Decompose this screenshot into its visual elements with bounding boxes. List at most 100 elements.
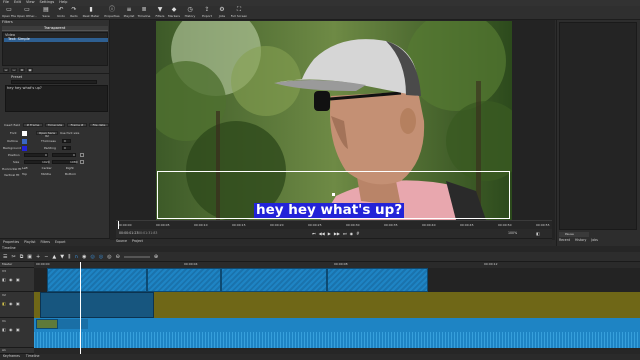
remove-icon[interactable]: − bbox=[44, 254, 48, 260]
box-center-handle[interactable] bbox=[332, 193, 335, 196]
snap-icon[interactable]: ∩ bbox=[74, 254, 78, 260]
filter-list-item[interactable]: Text: Simple bbox=[4, 37, 108, 42]
ripple-icon[interactable]: ◎ bbox=[90, 254, 94, 260]
zoom-in-icon[interactable]: ⊕ bbox=[154, 254, 158, 260]
lock-icon[interactable]: ▣ bbox=[16, 327, 20, 332]
copy-icon[interactable]: ⧉ bbox=[20, 254, 24, 260]
fast-forward-icon[interactable]: ▶▶ bbox=[334, 231, 340, 236]
paste-filter-button[interactable]: ▣ bbox=[27, 68, 33, 72]
tab-playlist[interactable]: Playlist bbox=[24, 240, 35, 244]
video-frame[interactable]: hey hey what's up? bbox=[156, 21, 512, 220]
h-left-radio[interactable]: Left bbox=[22, 167, 28, 170]
timeline-button[interactable]: ≣ Timeline bbox=[136, 6, 152, 20]
menu-settings[interactable]: Settings bbox=[40, 1, 55, 5]
properties-button[interactable]: ⓘ Properties bbox=[104, 6, 120, 20]
skip-start-icon[interactable]: ⏮ bbox=[312, 231, 316, 236]
tab-project[interactable]: Project bbox=[132, 239, 143, 243]
position-x-field[interactable]: 0 bbox=[24, 153, 48, 157]
text-edit[interactable]: hey hey what's up? bbox=[5, 85, 108, 112]
track-v3[interactable]: V3 ◧ ◉ ▣ bbox=[0, 268, 34, 292]
preset-combo[interactable] bbox=[11, 80, 97, 84]
redo-button[interactable]: ↷ Redo bbox=[66, 6, 82, 20]
insert-timecode-button[interactable]: Timecode bbox=[45, 123, 65, 127]
playlist-button[interactable]: ≡ Playlist bbox=[121, 6, 137, 20]
track-v2[interactable]: V2 ◧ ◉ ▣ bbox=[0, 292, 34, 318]
recent-list[interactable] bbox=[559, 22, 637, 230]
insert-frame-button[interactable]: Frame # bbox=[67, 123, 87, 127]
volume-slider-icon[interactable]: ◧ bbox=[536, 231, 540, 236]
menu-edit[interactable]: Edit bbox=[14, 1, 21, 5]
tab-keyframes[interactable]: Keyframes bbox=[3, 355, 20, 358]
position-y-field[interactable]: 0 bbox=[52, 153, 76, 157]
copy-filter-button[interactable]: ⧉ bbox=[19, 68, 25, 72]
full-screen-button[interactable]: ⛶ Full Screen bbox=[231, 6, 247, 20]
jobs-button[interactable]: ⚙ Jobs bbox=[214, 6, 230, 20]
zoom-out-icon[interactable]: ⊖ bbox=[116, 254, 120, 260]
hide-icon[interactable]: ◉ bbox=[9, 277, 13, 282]
save-button[interactable]: ▤ Save bbox=[38, 6, 54, 20]
clip-v3-2[interactable] bbox=[147, 268, 221, 292]
open-file-button[interactable]: ▭ Open File bbox=[1, 6, 17, 20]
tab-properties[interactable]: Properties bbox=[3, 240, 19, 244]
background-color-swatch[interactable] bbox=[22, 146, 27, 151]
clip-v3-1[interactable] bbox=[47, 268, 147, 292]
history-button[interactable]: ◷ History bbox=[182, 6, 198, 20]
menu-icon[interactable]: ☰ bbox=[3, 254, 7, 260]
outline-color-swatch[interactable] bbox=[22, 139, 27, 144]
append-icon[interactable]: + bbox=[36, 254, 40, 260]
ripple-markers-icon[interactable]: ◎ bbox=[107, 254, 111, 260]
thickness-spinner[interactable]: 0 bbox=[62, 139, 71, 143]
export-button[interactable]: ⇪ Export bbox=[199, 6, 215, 20]
tab-source[interactable]: Source bbox=[116, 239, 127, 243]
v-top-radio[interactable]: Top bbox=[22, 173, 27, 176]
menu-help[interactable]: Help bbox=[59, 1, 67, 5]
tab-timeline[interactable]: Timeline bbox=[26, 355, 40, 358]
tab-filters[interactable]: Filters bbox=[40, 240, 50, 244]
mute-icon[interactable]: ◧ bbox=[2, 301, 6, 306]
paste-icon[interactable]: ▣ bbox=[27, 254, 32, 260]
tab-recent[interactable]: Recent bbox=[559, 238, 570, 242]
add-filter-button[interactable]: + bbox=[3, 68, 9, 72]
lock-icon[interactable]: ▣ bbox=[16, 277, 20, 282]
tab-transparent[interactable]: Transparent bbox=[44, 26, 65, 31]
current-timecode[interactable]: 00:00:01:23 bbox=[119, 231, 138, 235]
tab-history[interactable]: History bbox=[575, 238, 586, 242]
insert-frame-count-button[interactable]: # Frame bbox=[23, 123, 43, 127]
lock-icon[interactable]: ▣ bbox=[16, 301, 20, 306]
text-color-swatch[interactable] bbox=[22, 131, 27, 136]
size-width-field[interactable]: 1920 bbox=[24, 160, 50, 164]
play-icon[interactable]: ▶ bbox=[328, 231, 331, 236]
mute-icon[interactable]: ◧ bbox=[2, 277, 6, 282]
v-middle-radio[interactable]: Middle bbox=[41, 173, 51, 176]
size-reset-button[interactable] bbox=[80, 160, 84, 164]
size-height-field[interactable]: 1080 bbox=[52, 160, 78, 164]
viewer-ruler[interactable]: 00:00:00 00:00:05 00:00:10 00:00:15 00:0… bbox=[116, 220, 552, 230]
insert-file-date-button[interactable]: File date bbox=[89, 123, 109, 127]
overwrite-icon[interactable]: ▼ bbox=[60, 254, 64, 260]
lift-icon[interactable]: ▲ bbox=[52, 254, 56, 260]
position-reset-button[interactable] bbox=[80, 153, 84, 157]
volume-icon[interactable]: ◉ bbox=[350, 231, 354, 236]
clip-v2-1[interactable] bbox=[40, 292, 154, 318]
grid-icon[interactable]: # bbox=[356, 231, 359, 236]
scrub-icon[interactable]: ◉ bbox=[82, 254, 86, 260]
pause-button[interactable]: Pause bbox=[559, 232, 589, 237]
clip-v3-4[interactable] bbox=[327, 268, 428, 292]
ripple-all-icon[interactable]: ◎ bbox=[99, 254, 103, 260]
markers-button[interactable]: ◆ Markers bbox=[166, 6, 182, 20]
h-center-radio[interactable]: Center bbox=[42, 167, 52, 170]
tab-jobs[interactable]: Jobs bbox=[591, 238, 598, 242]
mute-icon[interactable]: ◧ bbox=[2, 327, 6, 332]
h-right-radio[interactable]: Right bbox=[66, 167, 74, 170]
peak-meter-button[interactable]: ▮ Peak Meter bbox=[83, 6, 100, 20]
clip-v3-3[interactable] bbox=[221, 268, 327, 292]
use-font-size-checkbox[interactable]: Use font size bbox=[60, 132, 79, 135]
v-bottom-radio[interactable]: Bottom bbox=[65, 173, 76, 176]
tab-export[interactable]: Export bbox=[55, 240, 65, 244]
hide-icon[interactable]: ◉ bbox=[9, 301, 13, 306]
open-other-button[interactable]: ▭ Open Other... bbox=[17, 6, 37, 20]
remove-filter-button[interactable]: − bbox=[11, 68, 17, 72]
menu-view[interactable]: View bbox=[26, 1, 35, 5]
padding-spinner[interactable]: 0 bbox=[62, 146, 71, 150]
hide-icon[interactable]: ◉ bbox=[9, 327, 13, 332]
